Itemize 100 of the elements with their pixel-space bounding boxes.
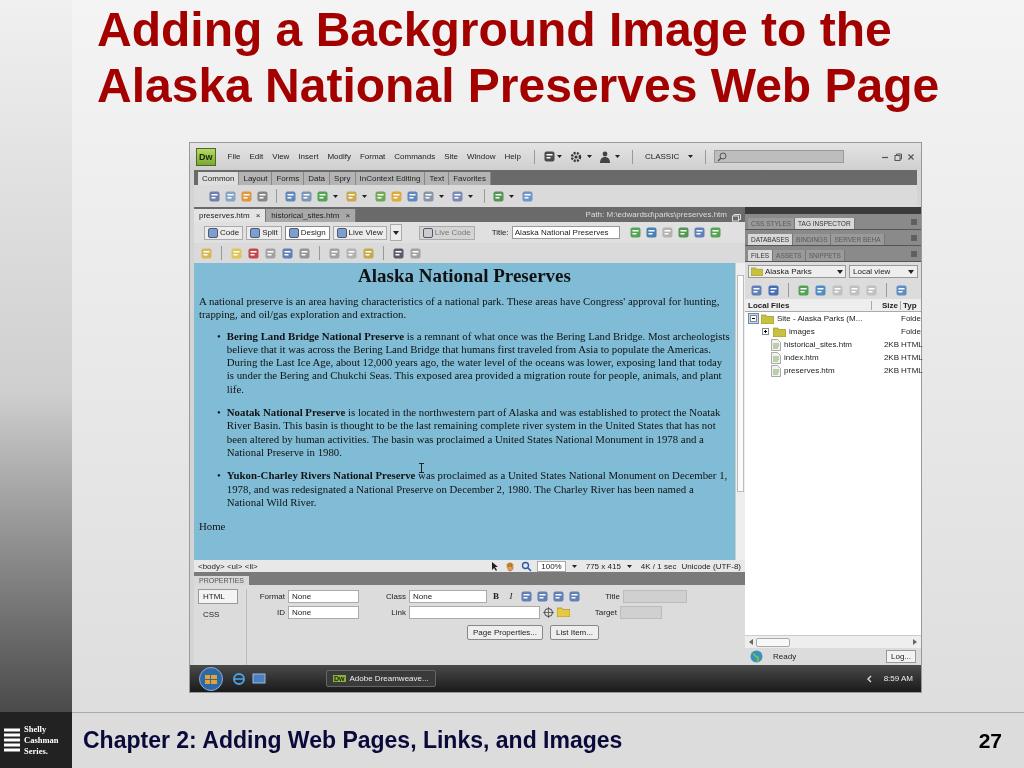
caret-icon[interactable]	[468, 194, 473, 198]
italic-button[interactable]: I	[505, 591, 517, 601]
insert-tab[interactable]: InContext Editing	[355, 172, 426, 185]
title-field[interactable]: Alaska National Preserves	[511, 226, 620, 239]
file-name[interactable]: images	[789, 327, 815, 336]
start-button[interactable]	[196, 666, 226, 691]
encoding: Unicode (UTF-8)	[681, 561, 741, 571]
insert-tab[interactable]: Favorites	[449, 172, 492, 185]
window-size[interactable]: 775 x 415	[585, 561, 621, 571]
insert-tab[interactable]: Text	[425, 172, 450, 185]
file-icon	[771, 364, 781, 377]
hand-icon[interactable]	[505, 560, 517, 572]
tag-selector[interactable]: <body> <ul> <li>	[198, 561, 258, 571]
field-label: Format	[258, 591, 285, 601]
workspace-switcher[interactable]: CLASSIC	[644, 152, 680, 161]
view-button[interactable]: Code	[204, 225, 244, 240]
search-field[interactable]	[714, 150, 845, 163]
close-tab-button[interactable]: ×	[345, 211, 351, 220]
insert-tab[interactable]: Spry	[330, 172, 356, 185]
close-tab-button[interactable]: ×	[255, 211, 261, 220]
caret-icon[interactable]	[586, 155, 592, 158]
file-name[interactable]: preserves.htm	[784, 366, 835, 375]
left-arrow-icon[interactable]	[749, 639, 753, 645]
id-dropdown[interactable]: None	[288, 605, 359, 619]
view-icon	[422, 227, 433, 238]
home-link[interactable]: Home	[199, 520, 730, 534]
crosshair-icon[interactable]	[543, 606, 554, 618]
file-type: Folde	[901, 314, 921, 323]
document-tab[interactable]: historical_sites.htm ×	[266, 209, 357, 222]
menu-item[interactable]: Commands	[394, 152, 436, 161]
desktop-icon[interactable]	[252, 672, 266, 685]
menu-item[interactable]: Modify	[327, 152, 351, 161]
panel-menu-icon[interactable]	[909, 218, 917, 225]
caret-icon[interactable]	[333, 194, 338, 198]
insert-tab[interactable]: Common	[198, 172, 240, 185]
right-arrow-icon[interactable]	[913, 639, 917, 645]
mode-button[interactable]: HTML	[198, 589, 238, 604]
zoom-icon[interactable]	[521, 560, 533, 572]
caret-icon[interactable]	[571, 564, 577, 568]
format-dropdown[interactable]: None	[288, 589, 359, 603]
caret-icon[interactable]	[509, 194, 514, 198]
class-dropdown[interactable]: None	[409, 589, 487, 603]
zoom-dropdown[interactable]: 100%	[537, 560, 566, 572]
view-dropdown[interactable]: Local view	[849, 265, 918, 278]
view-button[interactable]: Live View	[332, 225, 387, 240]
file-name[interactable]: Site - Alaska Parks (M...	[777, 314, 863, 323]
site-dropdown[interactable]: Alaska Parks	[748, 265, 846, 278]
close-icon[interactable]	[907, 152, 915, 161]
scrollbar-thumb[interactable]	[756, 637, 790, 647]
slide-footer: Chapter 2: Adding Web Pages, Links, and Images	[83, 727, 623, 754]
panel-menu-icon[interactable]	[909, 234, 917, 241]
expand-icon[interactable]	[761, 327, 770, 336]
caret-icon[interactable]	[688, 155, 694, 158]
bold-button[interactable]: B	[490, 591, 502, 601]
caret-icon[interactable]	[626, 564, 632, 568]
mode-button[interactable]: CSS	[198, 607, 238, 622]
dialog-button[interactable]: Page Properties...	[467, 625, 544, 640]
chevron-icon[interactable]	[865, 674, 872, 683]
column-header[interactable]: Local Files	[745, 300, 872, 310]
restore-icon[interactable]	[894, 152, 902, 161]
caret-icon[interactable]	[439, 194, 444, 198]
person-icon[interactable]	[599, 150, 610, 163]
caret-icon[interactable]	[362, 194, 367, 198]
file-name[interactable]: historical_sites.htm	[784, 340, 853, 349]
insert-tab[interactable]: Forms	[272, 172, 305, 185]
caret-icon[interactable]	[556, 155, 562, 158]
caret-icon[interactable]	[614, 155, 620, 158]
field-label: Class	[385, 591, 406, 601]
menu-item[interactable]: Help	[504, 152, 521, 161]
dialog-button[interactable]: List Item...	[550, 625, 599, 640]
menu-item[interactable]: Format	[359, 152, 386, 161]
settings-icon[interactable]	[569, 150, 582, 163]
menu-item[interactable]: Window	[467, 152, 496, 161]
menu-item[interactable]: Edit	[249, 152, 264, 161]
document-tab[interactable]: preserves.htm ×	[194, 209, 267, 222]
view-button[interactable]: Split	[246, 225, 282, 240]
menu-item[interactable]: File	[227, 152, 241, 161]
dropdown-button[interactable]	[389, 224, 402, 241]
view-icon	[336, 227, 347, 238]
column-header[interactable]: Size	[872, 300, 901, 310]
insert-tab[interactable]: Layout	[239, 172, 273, 185]
scrollbar[interactable]	[735, 263, 745, 560]
intro-paragraph: A national preserve is an area having characteristics of a national park. These areas have Congress' approval for hunting, trapping, and oil/gas exploration and extraction.	[199, 295, 721, 322]
file-type: HTML	[901, 353, 923, 362]
log-button[interactable]: Log...	[886, 650, 916, 663]
panel-menu-icon[interactable]	[909, 250, 917, 257]
column-header[interactable]: Typ	[901, 300, 921, 310]
menu-item[interactable]: Insert	[298, 152, 319, 161]
link-field[interactable]	[409, 605, 540, 619]
window-icon[interactable]	[732, 214, 741, 222]
collapse-icon[interactable]	[749, 314, 758, 323]
browser-icon[interactable]	[232, 671, 246, 686]
title-input[interactable]	[623, 589, 687, 603]
view-button[interactable]: Design	[284, 225, 330, 240]
scrollbar[interactable]	[745, 635, 921, 648]
menu-item[interactable]: View	[272, 152, 290, 161]
insert-tab[interactable]: Data	[304, 172, 331, 185]
design-view[interactable]	[194, 263, 745, 560]
file-name[interactable]: index.htm	[784, 353, 819, 362]
menu-item[interactable]: Site	[444, 152, 458, 161]
